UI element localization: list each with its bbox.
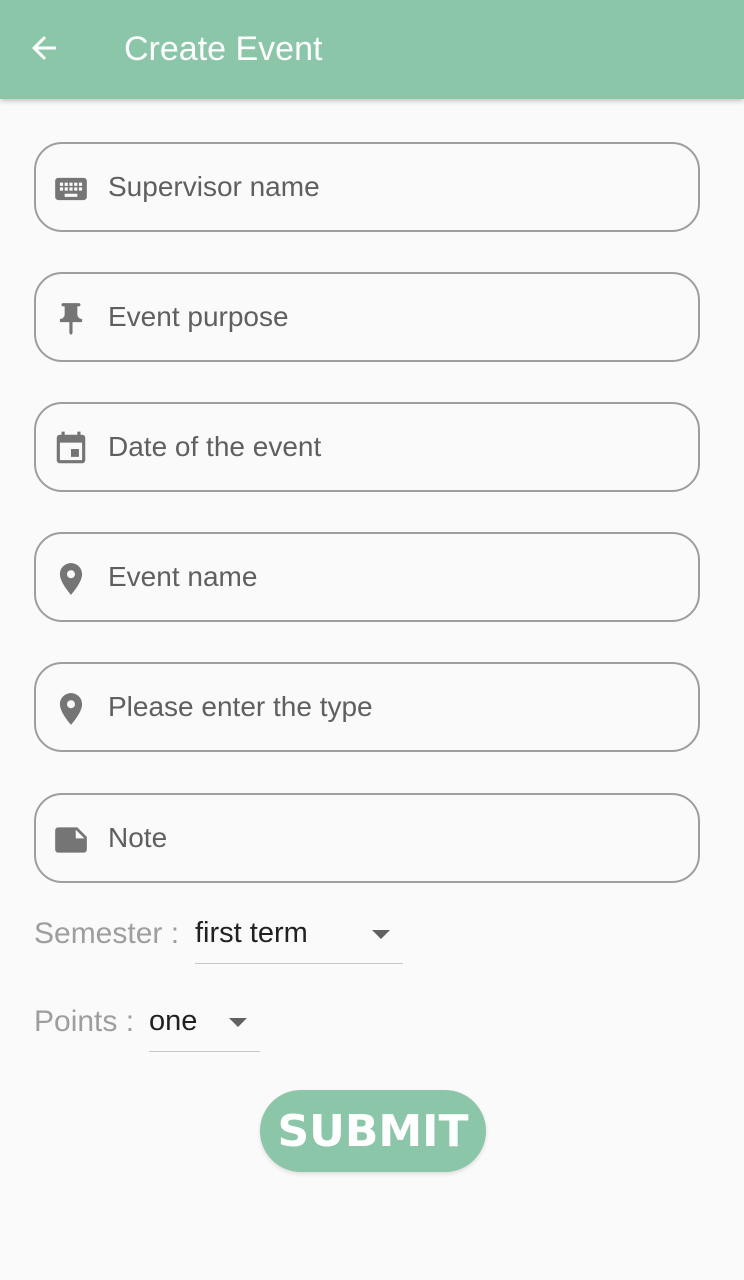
app-bar: Create Event xyxy=(0,0,744,99)
points-dropdown[interactable]: one xyxy=(149,993,260,1052)
event-purpose-input[interactable] xyxy=(108,274,682,360)
pin-icon xyxy=(52,300,90,338)
location-pin-icon xyxy=(52,560,90,598)
dropdown-arrow-icon xyxy=(229,1018,247,1027)
event-purpose-field[interactable] xyxy=(34,272,700,362)
dropdown-arrow-icon xyxy=(372,930,390,939)
supervisor-name-input[interactable] xyxy=(108,144,682,230)
points-row: Points : one xyxy=(34,993,274,1053)
event-date-field[interactable] xyxy=(34,402,700,492)
note-icon xyxy=(52,821,90,859)
event-type-input[interactable] xyxy=(108,664,682,750)
event-name-field[interactable] xyxy=(34,532,700,622)
location-pin-icon xyxy=(52,690,90,728)
semester-row: Semester : first term xyxy=(34,905,414,965)
points-value: one xyxy=(149,1005,198,1037)
calendar-icon xyxy=(52,430,90,468)
note-input[interactable] xyxy=(108,795,682,881)
supervisor-name-field[interactable] xyxy=(34,142,700,232)
semester-dropdown[interactable]: first term xyxy=(195,905,403,964)
event-name-input[interactable] xyxy=(108,534,682,620)
event-type-field[interactable] xyxy=(34,662,700,752)
back-button[interactable] xyxy=(22,26,66,70)
page-title: Create Event xyxy=(124,30,323,68)
points-label: Points : xyxy=(34,1005,135,1038)
submit-button[interactable]: SUBMIT xyxy=(260,1090,486,1172)
event-date-input[interactable] xyxy=(108,404,682,490)
semester-value: first term xyxy=(195,917,308,949)
arrow-back-icon xyxy=(32,36,56,60)
semester-label: Semester : xyxy=(34,917,180,950)
keyboard-icon xyxy=(52,170,90,208)
note-field[interactable] xyxy=(34,793,700,883)
